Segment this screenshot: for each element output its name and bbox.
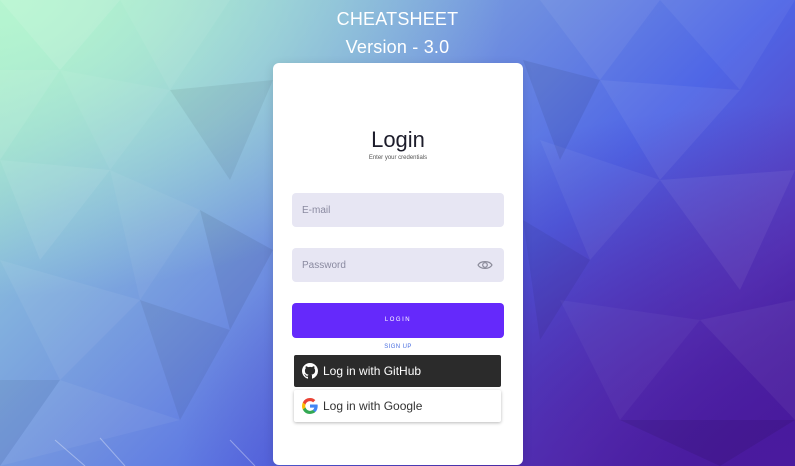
login-title: Login bbox=[371, 127, 425, 152]
signup-link[interactable]: SIGN UP bbox=[273, 344, 523, 350]
login-button[interactable]: LOGIN bbox=[292, 303, 504, 338]
google-login-label: Log in with Google bbox=[323, 399, 423, 413]
email-field[interactable] bbox=[292, 193, 504, 227]
google-icon bbox=[302, 398, 318, 414]
login-card: Login Enter your credentials LOGIN SIGN … bbox=[273, 63, 523, 465]
password-input[interactable] bbox=[302, 248, 472, 282]
password-field[interactable] bbox=[292, 248, 504, 282]
github-icon bbox=[302, 363, 318, 379]
google-login-button[interactable]: Log in with Google bbox=[294, 390, 501, 422]
app-version: Version - 3.0 bbox=[345, 37, 450, 57]
github-login-button[interactable]: Log in with GitHub bbox=[294, 355, 501, 387]
login-subtitle: Enter your credentials bbox=[368, 155, 428, 161]
github-login-label: Log in with GitHub bbox=[323, 364, 422, 378]
app-title: CHEATSHEET bbox=[336, 9, 459, 29]
eye-icon[interactable] bbox=[477, 259, 493, 271]
email-input[interactable] bbox=[302, 193, 472, 227]
